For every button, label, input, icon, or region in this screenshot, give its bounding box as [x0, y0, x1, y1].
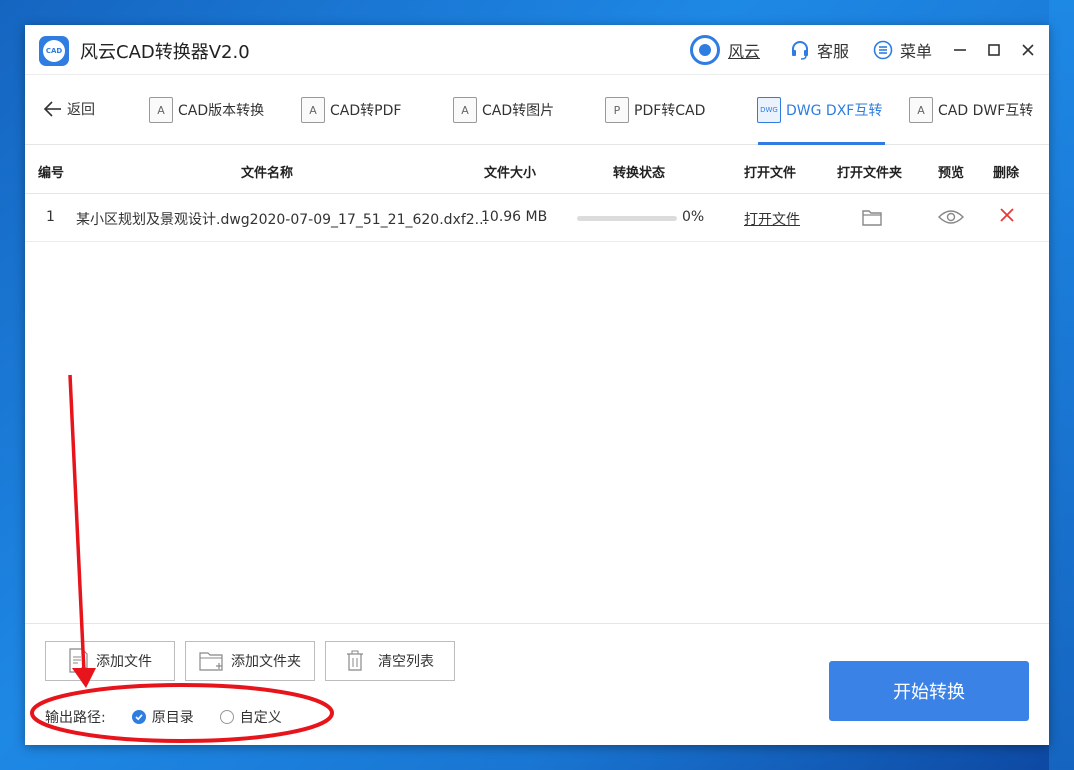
- output-path-selector: 输出路径: 原目录 自定义: [45, 706, 282, 728]
- cad-dwf-icon: A: [909, 97, 933, 123]
- folder-icon[interactable]: [861, 207, 883, 231]
- back-button[interactable]: 返回: [43, 99, 95, 119]
- header-delete: 删除: [993, 166, 1020, 181]
- clear-list-label: 清空列表: [378, 654, 434, 670]
- tab-label: CAD转图片: [482, 103, 555, 119]
- add-file-icon: [68, 648, 90, 674]
- headset-icon: [790, 40, 810, 60]
- maximize-button[interactable]: [983, 39, 1005, 61]
- start-convert-button[interactable]: 开始转换: [829, 661, 1029, 721]
- add-folder-icon: [199, 650, 225, 672]
- user-account-button[interactable]: 风云: [690, 35, 761, 65]
- function-tabs-bar: 返回 A CAD版本转换 A CAD转PDF A CAD转图片 P PDF转CA…: [25, 75, 1049, 145]
- radio-checked-icon[interactable]: [131, 710, 146, 724]
- tab-dwg-dxf-convert[interactable]: DWG DWG DXF互转: [757, 95, 882, 125]
- file-table-header: 编号 文件名称 文件大小 转换状态 打开文件 打开文件夹 预览 删除: [25, 146, 1049, 194]
- tab-cad-version-convert[interactable]: A CAD版本转换: [149, 95, 264, 125]
- tab-label: CAD转PDF: [330, 103, 402, 119]
- tab-label: CAD DWF互转: [938, 103, 1034, 119]
- add-folder-label: 添加文件夹: [231, 654, 301, 670]
- tab-cad-to-pdf[interactable]: A CAD转PDF: [301, 95, 401, 125]
- option-custom-label: 自定义: [239, 710, 282, 726]
- minimize-icon: [954, 49, 966, 51]
- close-icon: [1022, 44, 1034, 56]
- delete-icon[interactable]: [999, 207, 1015, 227]
- dwg-dxf-icon: DWG: [757, 97, 781, 123]
- add-folder-button[interactable]: 添加文件夹: [185, 641, 315, 681]
- option-original-label: 原目录: [151, 710, 194, 726]
- customer-service-label: 客服: [817, 42, 850, 61]
- open-file-link[interactable]: 打开文件: [744, 209, 800, 229]
- customer-service-button[interactable]: 客服: [790, 37, 849, 63]
- table-row[interactable]: 1 某小区规划及景观设计.dwg2020-07-09_17_51_21_620.…: [25, 194, 1049, 242]
- row-index: 1: [46, 209, 55, 225]
- tab-label: PDF转CAD: [634, 103, 706, 119]
- add-file-button[interactable]: 添加文件: [45, 641, 175, 681]
- tab-pdf-to-cad[interactable]: P PDF转CAD: [605, 95, 705, 125]
- header-preview: 预览: [938, 166, 965, 181]
- header-status: 转换状态: [613, 166, 666, 181]
- tab-label: CAD版本转换: [178, 103, 265, 119]
- option-custom-directory[interactable]: 自定义: [219, 707, 282, 727]
- row-filename: 某小区规划及景观设计.dwg2020-07-09_17_51_21_620.dx…: [76, 212, 489, 228]
- cad-version-icon: A: [149, 97, 173, 123]
- option-original-directory[interactable]: 原目录: [131, 707, 194, 727]
- header-open-folder: 打开文件夹: [837, 166, 903, 181]
- add-file-label: 添加文件: [96, 654, 152, 670]
- minimize-button[interactable]: [949, 39, 971, 61]
- menu-button[interactable]: 菜单: [873, 37, 932, 63]
- active-tab-indicator: [758, 142, 885, 145]
- output-path-label: 输出路径:: [45, 710, 106, 726]
- app-logo-icon: CAD: [39, 36, 69, 66]
- user-name: 风云: [728, 42, 761, 61]
- app-logo-text: CAD: [43, 40, 65, 62]
- eye-icon[interactable]: [938, 208, 964, 230]
- desktop-background: [1049, 0, 1074, 770]
- tab-label: DWG DXF互转: [786, 103, 883, 119]
- app-window: CAD 风云CAD转换器V2.0 风云 客服 菜单 返回 A CAD版本转换 A…: [25, 25, 1049, 745]
- header-open-file: 打开文件: [744, 166, 797, 181]
- trash-icon: [346, 650, 364, 672]
- row-filesize: 10.96 MB: [481, 209, 548, 225]
- menu-label: 菜单: [900, 42, 933, 61]
- bottom-panel: 添加文件 添加文件夹 清空列表 输出路径: 原目录 自定义 开始转换: [25, 623, 1049, 745]
- tab-cad-to-image[interactable]: A CAD转图片: [453, 95, 554, 125]
- maximize-icon: [988, 44, 1000, 56]
- header-filesize: 文件大小: [484, 166, 537, 181]
- cad-to-image-icon: A: [453, 97, 477, 123]
- title-bar: CAD 风云CAD转换器V2.0 风云 客服 菜单: [25, 25, 1049, 75]
- tab-cad-dwf-convert[interactable]: A CAD DWF互转: [909, 95, 1033, 125]
- progress-percent: 0%: [682, 209, 705, 225]
- conversion-progress-bar: [577, 216, 677, 221]
- pdf-to-cad-icon: P: [605, 97, 629, 123]
- arrow-left-icon: [43, 101, 61, 117]
- clear-list-button[interactable]: 清空列表: [325, 641, 455, 681]
- header-filename: 文件名称: [241, 166, 294, 181]
- cad-to-pdf-icon: A: [301, 97, 325, 123]
- back-label: 返回: [67, 102, 95, 118]
- user-avatar-icon: [690, 35, 720, 65]
- header-index: 编号: [38, 166, 65, 181]
- list-menu-icon: [873, 40, 893, 60]
- app-title: 风云CAD转换器V2.0: [80, 42, 250, 63]
- close-button[interactable]: [1017, 39, 1039, 61]
- radio-unchecked-icon[interactable]: [219, 710, 234, 724]
